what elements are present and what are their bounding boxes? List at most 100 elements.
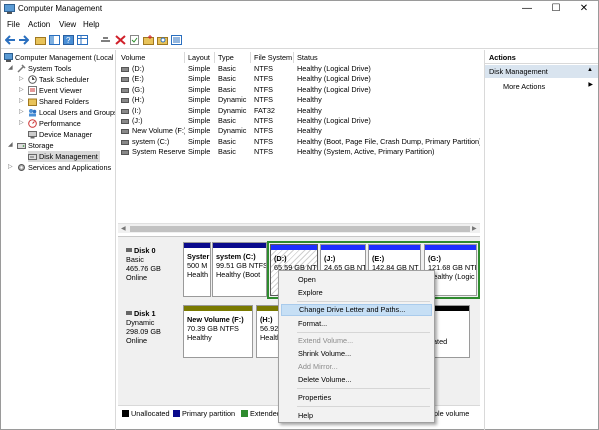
scroll-right-icon[interactable]: ▶ xyxy=(472,225,477,232)
legend-swatch xyxy=(241,410,248,417)
column-header-type[interactable]: Type xyxy=(215,52,251,63)
table-cell: Simple xyxy=(188,116,211,125)
show-hide-tree-icon[interactable] xyxy=(49,35,60,45)
title-bar[interactable]: Computer Management — ☐ ✕ xyxy=(1,1,598,17)
clock-icon xyxy=(28,75,37,84)
more-actions-item[interactable]: More Actions ▶ xyxy=(485,80,598,92)
computer-management-window: Computer Management — ☐ ✕ File Action Vi… xyxy=(0,0,599,430)
menu-help[interactable]: Help xyxy=(83,20,99,29)
table-row[interactable]: (G:) Simple Basic NTFS Healthy (Logical Driv… xyxy=(118,85,480,95)
column-header-layout[interactable]: Layout xyxy=(185,52,215,63)
disk-icon xyxy=(126,311,132,315)
column-header-status[interactable]: Status xyxy=(294,52,480,63)
menu-item-add-mirror: Add Mirror... xyxy=(298,362,338,371)
table-cell: Simple xyxy=(188,105,211,115)
menu-item-change-drive-letter[interactable]: Change Drive Letter and Paths... xyxy=(281,304,432,316)
menu-item-shrink-volume[interactable]: Shrink Volume... xyxy=(281,348,432,360)
connect-icon[interactable] xyxy=(100,35,111,45)
menu-view[interactable]: View xyxy=(59,20,76,29)
new-folder-icon[interactable] xyxy=(143,35,154,45)
collapse-arrow-icon[interactable]: ◢ xyxy=(8,140,13,151)
disk-0-label[interactable]: Disk 0 Basic 465.76 GB Online xyxy=(120,243,182,301)
menu-item-open[interactable]: Open xyxy=(281,274,432,286)
expand-arrow-icon[interactable]: ▷ xyxy=(19,118,24,129)
delete-icon[interactable] xyxy=(115,35,126,45)
table-row[interactable]: System Reserved Simple Basic NTFS Healthy (S… xyxy=(118,147,480,157)
volume-icon xyxy=(121,98,129,104)
window-title: Computer Management xyxy=(18,4,103,13)
column-header-file-system[interactable]: File System xyxy=(251,52,294,63)
partition-name: (H:) xyxy=(260,315,273,324)
scroll-left-icon[interactable]: ◀ xyxy=(121,225,126,232)
partition-system-reserved[interactable]: Syster 500 M Health xyxy=(183,242,211,297)
column-header-volume[interactable]: Volume xyxy=(118,52,185,63)
check-disk-icon[interactable] xyxy=(129,35,140,45)
partition-type-bar xyxy=(369,245,420,250)
partition-type-bar xyxy=(321,245,365,250)
close-button[interactable]: ✕ xyxy=(570,1,598,17)
collapse-arrow-icon[interactable]: ◢ xyxy=(8,63,13,74)
legend-label: Primary partition xyxy=(182,409,236,418)
table-cell: Simple xyxy=(188,74,211,84)
properties-grid-icon[interactable] xyxy=(77,35,88,45)
menu-item-help[interactable]: Help xyxy=(281,410,432,422)
table-cell: Simple xyxy=(188,64,211,73)
partition-system-c[interactable]: system (C:) 99.51 GB NTFS Healthy (Boot xyxy=(212,242,267,297)
menu-item-delete-volume[interactable]: Delete Volume... xyxy=(281,374,432,386)
partition-new-volume-f[interactable]: New Volume (F:) 70.39 GB NTFS Healthy xyxy=(183,305,253,358)
table-cell: NTFS xyxy=(254,147,274,157)
table-row[interactable]: (E:) Simple Basic NTFS Healthy (Logical Driv… xyxy=(118,74,480,84)
table-cell: New Volume (F:) xyxy=(132,126,185,136)
help-icon[interactable]: ? xyxy=(63,35,74,45)
disk-1-state: Online xyxy=(126,336,148,345)
collapse-up-icon[interactable]: ▲ xyxy=(587,67,593,73)
volume-icon xyxy=(121,77,129,83)
menu-item-explore[interactable]: Explore xyxy=(281,287,432,299)
computer-management-icon xyxy=(4,53,13,62)
table-row[interactable]: system (C:) Simple Basic NTFS Healthy (Boot,… xyxy=(118,137,480,147)
partition-name: Syster xyxy=(187,252,210,261)
volume-icon xyxy=(121,108,129,114)
partition-size: 500 M xyxy=(187,261,208,270)
expand-arrow-icon[interactable]: ▷ xyxy=(8,162,13,173)
table-cell: Healthy (Logical Drive) xyxy=(297,116,371,125)
expand-arrow-icon[interactable]: ▷ xyxy=(19,96,24,107)
scrollbar-thumb[interactable] xyxy=(130,226,470,232)
table-row[interactable]: (D:) Simple Basic NTFS Healthy (Logical Driv… xyxy=(118,64,480,74)
expand-arrow-icon[interactable]: ▷ xyxy=(19,107,24,118)
table-row[interactable]: (J:) Simple Basic NTFS Healthy (Logical Driv… xyxy=(118,116,480,126)
partition-type-bar xyxy=(271,245,317,250)
menu-file[interactable]: File xyxy=(7,20,20,29)
disk-1-title: Disk 1 xyxy=(134,309,156,318)
search-disk-icon[interactable] xyxy=(157,35,168,45)
volume-icon xyxy=(121,67,129,72)
table-row[interactable]: (I:) Simple Dynamic FAT32 Healthy xyxy=(118,106,480,116)
maximize-button[interactable]: ☐ xyxy=(542,1,570,17)
partition-h[interactable]: (H:) 56.92 Health xyxy=(256,305,280,358)
table-cell: Dynamic xyxy=(218,126,247,136)
expand-arrow-icon[interactable]: ▷ xyxy=(19,74,24,85)
legend-label: ple volume xyxy=(434,409,470,418)
partition-name: (E:) xyxy=(372,254,385,263)
event-viewer-icon xyxy=(28,86,37,95)
menu-action[interactable]: Action xyxy=(28,20,50,29)
computer-management-icon xyxy=(4,4,15,14)
actions-section-disk-management[interactable]: Disk Management ▲ xyxy=(485,65,598,78)
partition-name: (D:) xyxy=(274,254,287,263)
disk-1-label[interactable]: Disk 1 Dynamic 298.09 GB Online xyxy=(120,306,182,364)
forward-arrow-icon[interactable] xyxy=(18,35,29,45)
minimize-button[interactable]: — xyxy=(513,1,541,17)
legend-extended: Extended xyxy=(241,409,281,418)
context-menu: Open Explore Change Drive Letter and Pat… xyxy=(278,270,435,423)
horizontal-scrollbar[interactable]: ◀ ▶ xyxy=(118,223,480,233)
menu-item-properties[interactable]: Properties xyxy=(281,392,432,404)
folder-up-icon[interactable] xyxy=(35,35,46,45)
table-row[interactable]: New Volume (F:) Simple Dynamic NTFS Healthy xyxy=(118,126,480,136)
list-view-icon[interactable] xyxy=(171,35,182,45)
menu-item-format[interactable]: Format... xyxy=(281,318,432,330)
menu-separator xyxy=(297,332,430,333)
tree-item-disk-management[interactable]: Disk Management xyxy=(28,151,100,162)
table-row[interactable]: (H:) Simple Dynamic NTFS Healthy xyxy=(118,95,480,105)
back-arrow-icon[interactable] xyxy=(5,35,16,45)
expand-arrow-icon[interactable]: ▷ xyxy=(19,85,24,96)
